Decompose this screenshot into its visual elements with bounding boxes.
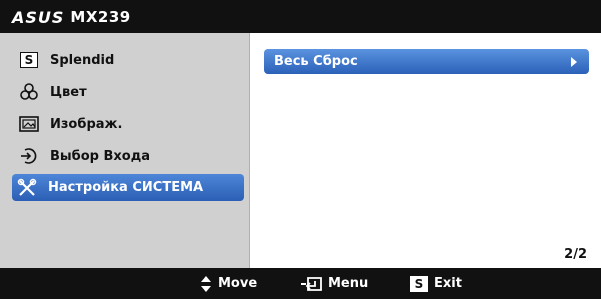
bottom-bar: Move Menu S Exit	[0, 268, 601, 299]
sidebar-item-splendid[interactable]: S Splendid	[14, 47, 242, 73]
sidebar-item-label: Цвет	[50, 84, 87, 100]
osd-menu: ASUS MX239 S Splendid Цвет Изображ. Выбо…	[0, 0, 601, 299]
sidebar-item-label: Splendid	[50, 52, 115, 68]
sidebar-item-color[interactable]: Цвет	[14, 79, 242, 105]
model-name: MX239	[70, 8, 131, 26]
page-indicator: 2/2	[564, 247, 587, 262]
main-panel: Весь Сброс 2/2	[250, 33, 601, 268]
all-reset-label: Весь Сброс	[274, 54, 358, 69]
splendid-s-icon: S	[18, 49, 40, 71]
move-label: Move	[218, 276, 258, 291]
up-down-arrows-icon	[200, 275, 212, 293]
sidebar-item-label: Изображ.	[50, 116, 123, 132]
menu-label: Menu	[328, 276, 369, 291]
exit-s-icon: S	[410, 275, 428, 292]
sidebar-item-system-setup[interactable]: Настройка СИСТЕМА	[12, 174, 244, 201]
exit-label: Exit	[434, 276, 462, 291]
image-icon	[18, 113, 40, 135]
sidebar-item-input-select[interactable]: Выбор Входа	[14, 143, 242, 169]
sidebar-item-image[interactable]: Изображ.	[14, 111, 242, 137]
sidebar-item-label: Выбор Входа	[50, 148, 151, 164]
tools-icon	[16, 177, 38, 199]
chevron-right-icon	[571, 57, 577, 67]
all-reset-button[interactable]: Весь Сброс	[264, 49, 589, 74]
title-bar: ASUS MX239	[0, 0, 601, 33]
sidebar: S Splendid Цвет Изображ. Выбор Входа Нас…	[0, 33, 250, 268]
exit-hint: S Exit	[410, 268, 462, 299]
brand-title: ASUS MX239	[12, 7, 131, 27]
move-hint: Move	[200, 268, 257, 299]
menu-hint: Menu	[300, 268, 368, 299]
sidebar-item-label: Настройка СИСТЕМА	[48, 180, 204, 195]
color-circles-icon	[18, 81, 40, 103]
input-select-icon	[18, 145, 40, 167]
enter-menu-icon	[300, 275, 322, 293]
asus-logo: ASUS	[12, 7, 65, 27]
